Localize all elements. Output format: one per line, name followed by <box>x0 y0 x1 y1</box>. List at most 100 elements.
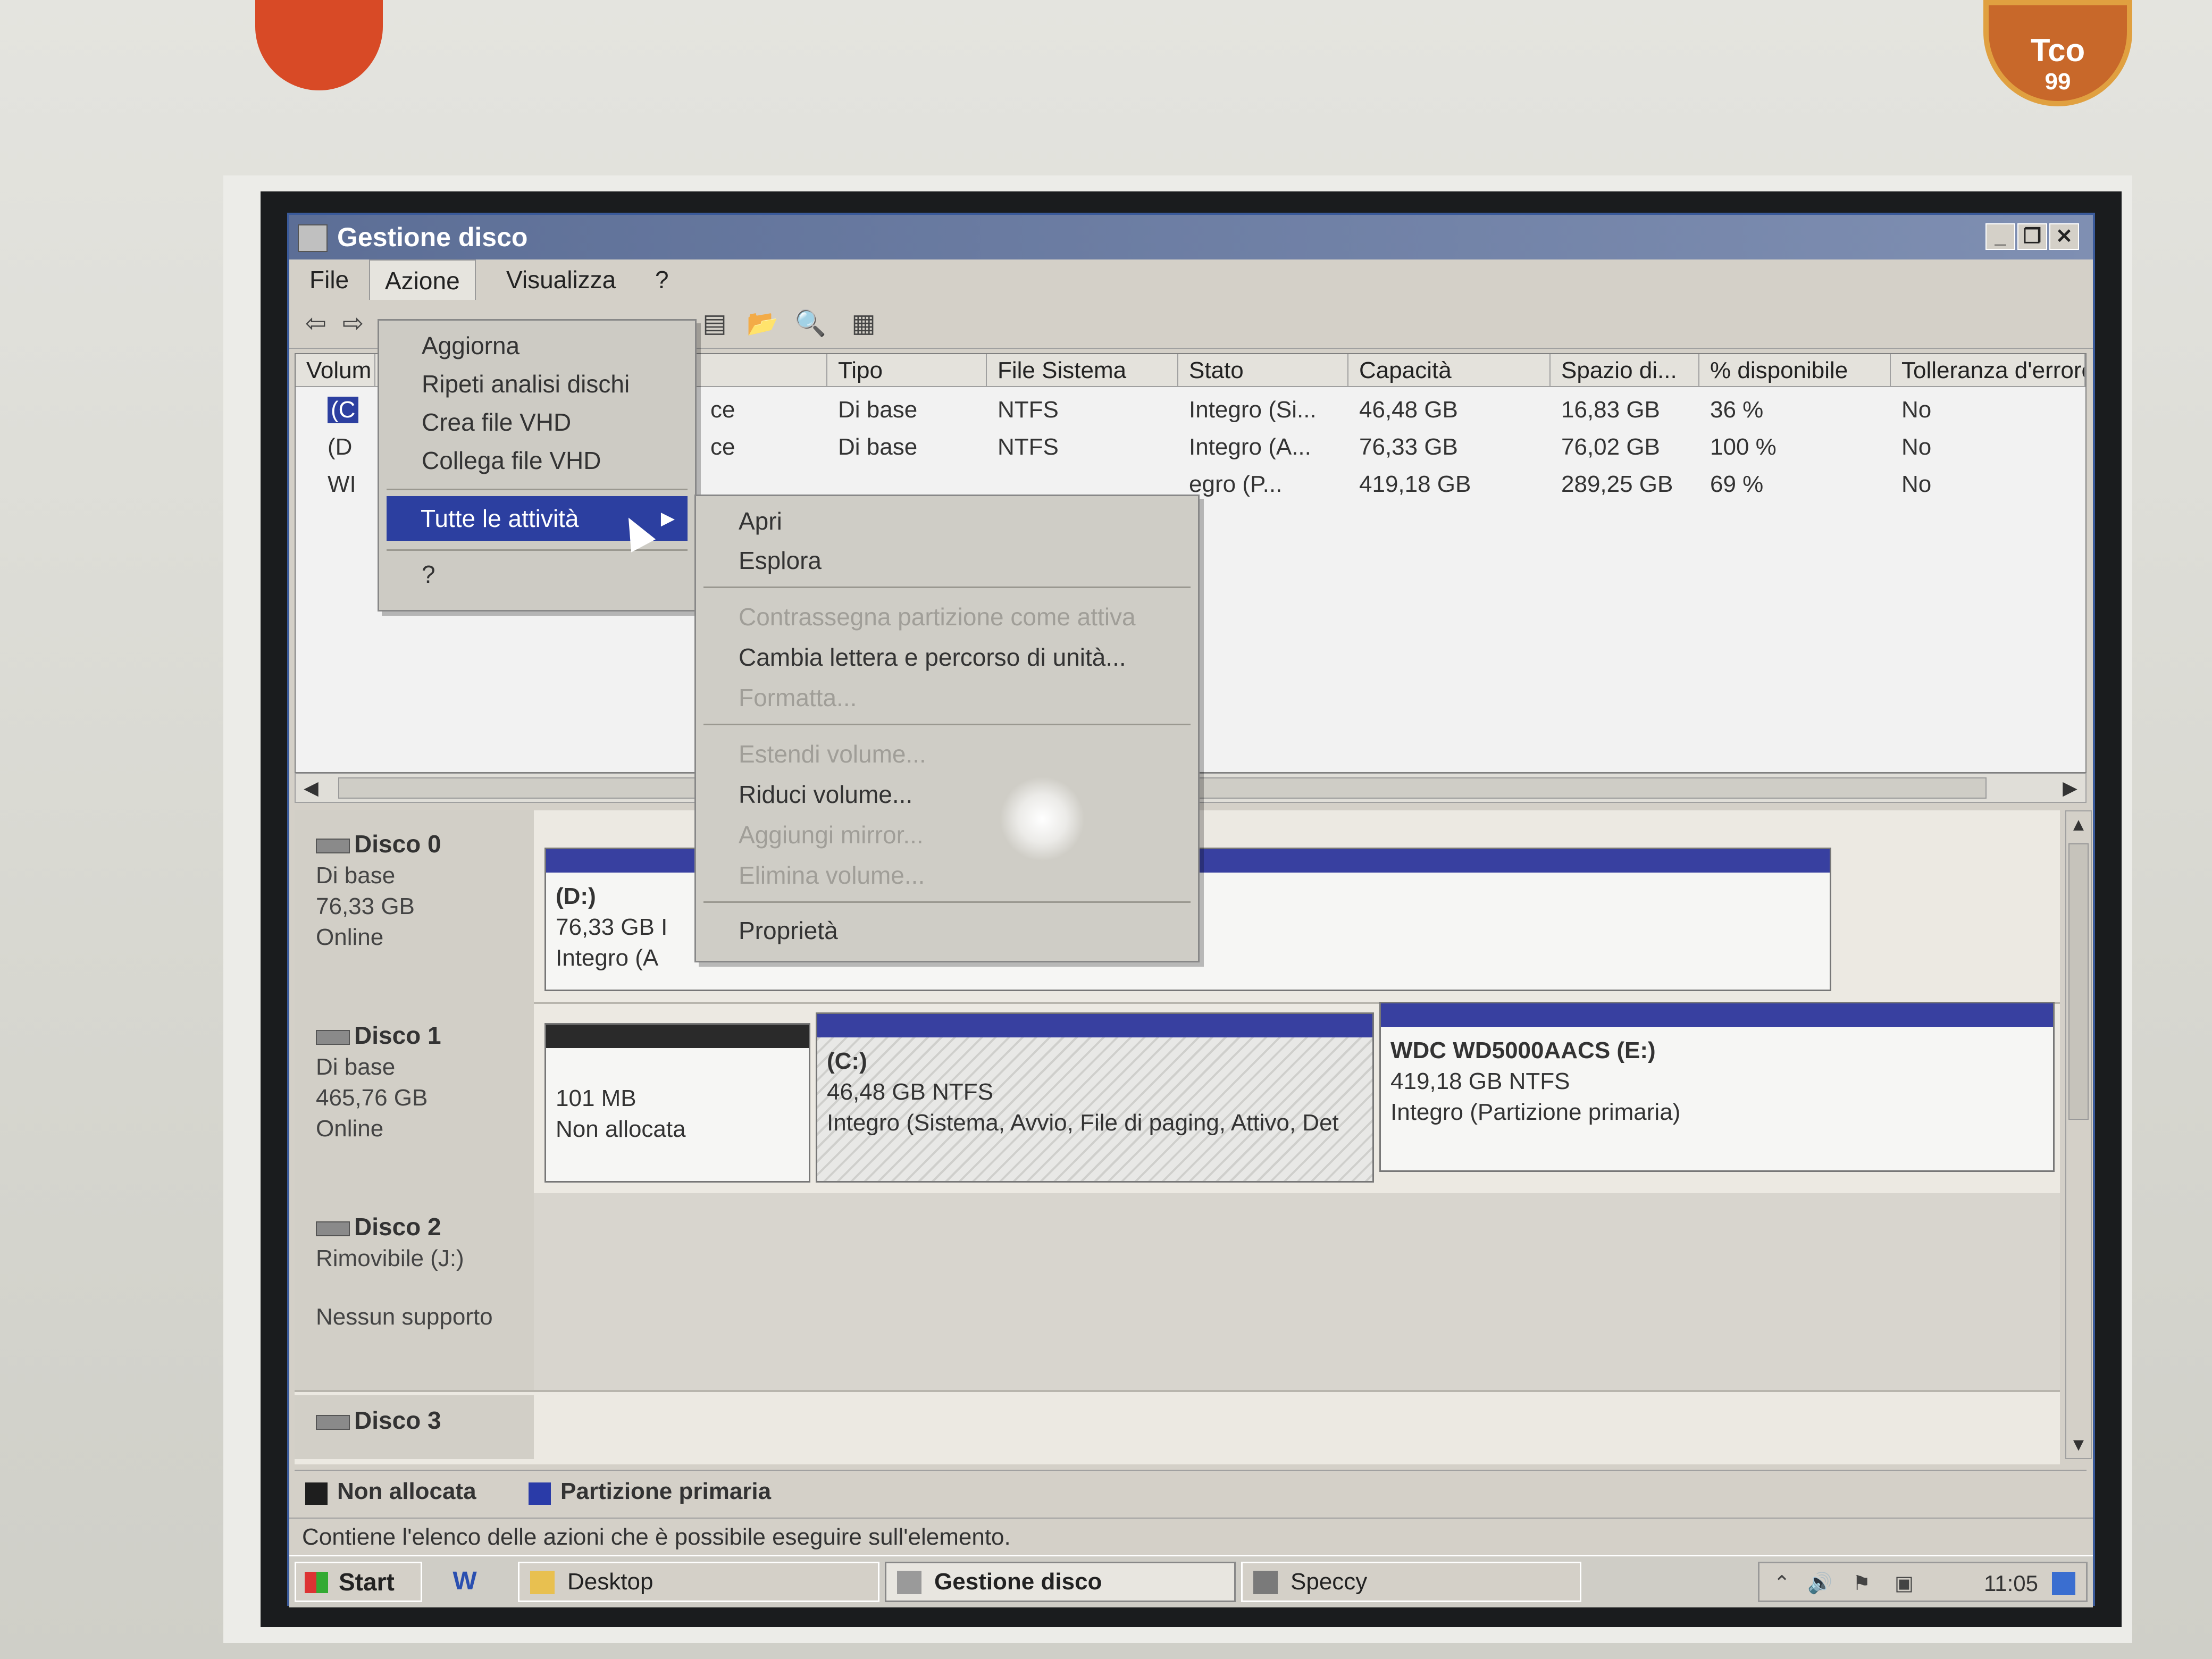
scroll-left-icon[interactable]: ◀ <box>298 776 324 800</box>
partition-c[interactable]: (C:) 46,48 GB NTFS Integro (Sistema, Avv… <box>816 1012 1374 1183</box>
menu-file[interactable]: File <box>295 259 364 300</box>
menu-separator <box>703 901 1191 903</box>
cell-pct: 69 % <box>1710 471 1764 497</box>
menu-item-aggiorna[interactable]: Aggiorna <box>422 331 520 360</box>
window-title: Gestione disco <box>337 222 528 252</box>
menu-item-collega-vhd[interactable]: Collega file VHD <box>422 446 601 475</box>
word-icon[interactable]: W <box>449 1566 481 1597</box>
partition-status: Non allocata <box>556 1116 686 1142</box>
disk-size: 465,76 GB <box>316 1085 428 1111</box>
menu-bar: File Azione Visualizza ? <box>289 259 2093 302</box>
restore-button[interactable]: ❐ <box>2017 223 2047 250</box>
disk-kind: Di base <box>316 862 396 889</box>
column-capacity[interactable]: Capacità <box>1348 354 1551 387</box>
disk-icon <box>316 1029 350 1045</box>
close-button[interactable]: ✕ <box>2049 223 2079 250</box>
volume-icon[interactable]: 🔊 <box>1807 1572 1832 1595</box>
column-volume[interactable]: Volum <box>296 354 375 387</box>
submenu-riduci-volume[interactable]: Riduci volume... <box>739 780 912 809</box>
column-percent-free[interactable]: % disponibile <box>1699 354 1891 387</box>
title-bar[interactable]: Gestione disco _ ❐ ✕ <box>289 215 2093 259</box>
disk-name: Disco 1 <box>354 1021 441 1049</box>
cell-free: 76,02 GB <box>1561 434 1660 460</box>
submenu-cambia-lettera[interactable]: Cambia lettera e percorso di unità... <box>739 643 1126 672</box>
disk-state: Online <box>316 924 384 950</box>
column-fault-tolerance[interactable]: Tolleranza d'errore <box>1891 354 2085 387</box>
submenu-proprieta[interactable]: Proprietà <box>739 916 838 945</box>
taskbar-speccy[interactable]: Speccy <box>1241 1562 1581 1602</box>
disk-name: Disco 0 <box>354 830 441 858</box>
magnifier-icon[interactable]: 🔍 <box>794 308 826 339</box>
status-bar: Contiene l'elenco delle azioni che è pos… <box>289 1518 2093 1556</box>
scroll-right-icon[interactable]: ▶ <box>2057 776 2083 800</box>
cell-type: Di base <box>838 397 918 423</box>
disk-info[interactable]: Disco 0 Di base 76,33 GB Online <box>295 810 534 1002</box>
taskbar-desktop-label: Desktop <box>567 1569 653 1595</box>
column-type[interactable]: Tipo <box>827 354 987 387</box>
menu-visualizza[interactable]: Visualizza <box>491 259 631 300</box>
disk-info[interactable]: Disco 1 Di base 465,76 GB Online <box>295 1002 534 1193</box>
scroll-up-icon[interactable]: ▲ <box>2066 811 2091 838</box>
settings-icon[interactable]: ▦ <box>848 308 879 339</box>
disk-kind: Rimovibile (J:) <box>316 1245 464 1271</box>
open-folder-icon[interactable]: 📂 <box>747 308 778 339</box>
start-button[interactable]: Start <box>295 1562 422 1602</box>
cell-free: 16,83 GB <box>1561 397 1660 423</box>
menu-separator <box>703 724 1191 725</box>
taskbar-gestione-disco[interactable]: Gestione disco <box>885 1562 1236 1602</box>
forward-icon[interactable]: ⇨ <box>337 308 369 339</box>
partition-unallocated[interactable]: 101 MB Non allocata <box>544 1023 810 1183</box>
menu-item-help[interactable]: ? <box>422 560 435 589</box>
scroll-down-icon[interactable]: ▼ <box>2066 1431 2091 1458</box>
disk-icon <box>316 1414 350 1430</box>
partition-bar <box>546 1025 809 1048</box>
partition-status: Integro (Sistema, Avvio, File di paging,… <box>827 1110 1339 1136</box>
disk-info[interactable]: Disco 2 Rimovibile (J:) Nessun supporto <box>295 1193 534 1390</box>
cell-free: 289,25 GB <box>1561 471 1673 497</box>
cell-layout: ce <box>710 397 735 423</box>
menu-item-ripeti-analisi[interactable]: Ripeti analisi dischi <box>422 370 630 398</box>
chevron-up-icon[interactable]: ⌃ <box>1770 1572 1794 1595</box>
column-filesystem[interactable]: File Sistema <box>987 354 1178 387</box>
cell-fs: NTFS <box>998 434 1059 460</box>
windows-logo-icon <box>305 1572 328 1593</box>
tco-sticker: Tco 99 <box>1983 0 2132 106</box>
vertical-scrollbar[interactable]: ▲ ▼ <box>2065 810 2092 1459</box>
partition-e[interactable]: WDC WD5000AACS (E:) 419,18 GB NTFS Integ… <box>1379 1002 2055 1172</box>
menu-help[interactable]: ? <box>640 259 684 300</box>
submenu-estendi-volume: Estendi volume... <box>739 740 926 768</box>
disk-name: Disco 2 <box>354 1213 441 1241</box>
cell-status: egro (P... <box>1189 471 1283 497</box>
cell-status: Integro (A... <box>1189 434 1311 460</box>
menu-item-crea-vhd[interactable]: Crea file VHD <box>422 408 571 437</box>
cell-type: Di base <box>838 434 918 460</box>
back-icon[interactable]: ⇦ <box>300 308 332 339</box>
menu-azione[interactable]: Azione <box>369 259 476 302</box>
scroll-thumb[interactable] <box>2068 843 2089 1120</box>
submenu-apri[interactable]: Apri <box>739 507 782 535</box>
action-center-icon[interactable]: ⚑ <box>1850 1572 1873 1595</box>
minimize-button[interactable]: _ <box>1985 223 2015 250</box>
menu-separator <box>703 586 1191 588</box>
submenu-esplora[interactable]: Esplora <box>739 546 822 575</box>
cell-status: Integro (Si... <box>1189 397 1317 423</box>
azione-menu: Aggiorna Ripeti analisi dischi Crea file… <box>378 319 697 611</box>
taskbar-speccy-label: Speccy <box>1291 1569 1368 1595</box>
column-free-space[interactable]: Spazio di... <box>1551 354 1699 387</box>
speccy-icon <box>1253 1571 1278 1594</box>
taskbar-desktop[interactable]: Desktop <box>518 1562 879 1602</box>
disk-management-icon <box>897 1571 921 1594</box>
disk-row-2: Disco 2 Rimovibile (J:) Nessun supporto <box>295 1193 2060 1392</box>
network-icon[interactable]: ▣ <box>1892 1572 1916 1595</box>
cell-fault: No <box>1901 434 1932 460</box>
disk-info[interactable]: Disco 3 <box>295 1395 534 1459</box>
menu-separator <box>387 489 688 490</box>
cell-layout: ce <box>710 434 735 460</box>
menu-separator <box>387 549 688 551</box>
partition-size: 46,48 GB NTFS <box>827 1079 994 1105</box>
show-desktop-icon[interactable] <box>2052 1572 2075 1595</box>
legend-swatch-unallocated <box>305 1482 328 1505</box>
properties-icon[interactable]: ▤ <box>699 308 731 339</box>
column-status[interactable]: Stato <box>1178 354 1348 387</box>
clock[interactable]: 11:05 <box>1984 1571 2038 1596</box>
